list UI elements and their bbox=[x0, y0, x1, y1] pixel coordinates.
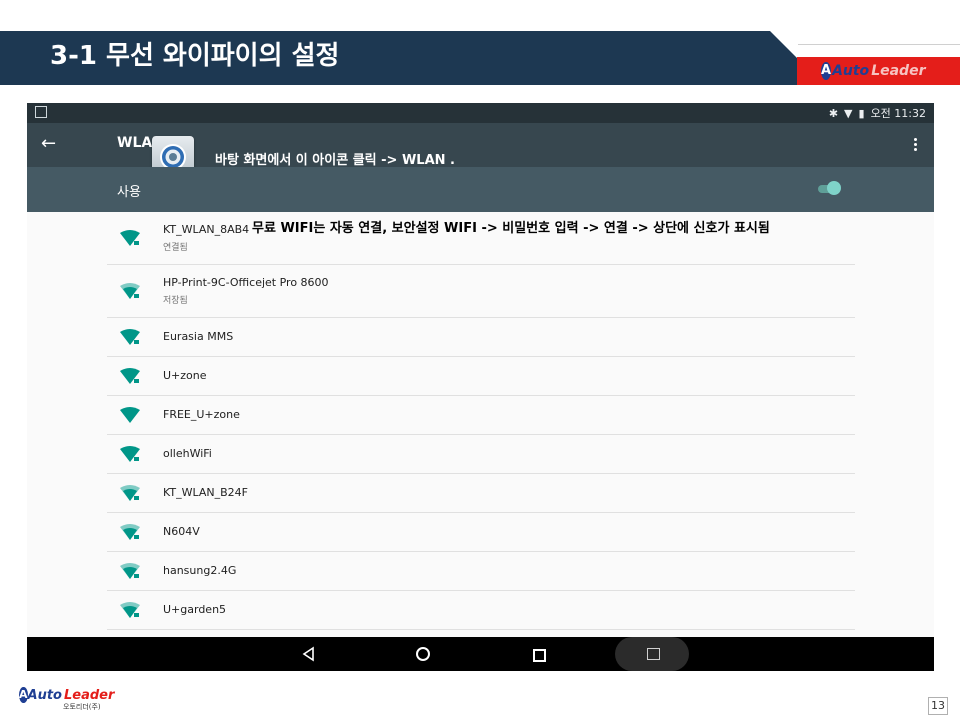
status-bar: ✱ ▼ ▮ 오전 11:32 bbox=[27, 103, 934, 123]
nav-home-icon[interactable] bbox=[416, 647, 430, 661]
wifi-lock-icon bbox=[120, 283, 140, 299]
network-ssid: N604V bbox=[163, 525, 200, 538]
wifi-network-item[interactable]: FREE_U+zone bbox=[107, 396, 855, 435]
wifi-lock-icon bbox=[120, 230, 140, 246]
nav-back-icon[interactable] bbox=[300, 646, 318, 662]
wifi-lock-icon bbox=[120, 446, 140, 462]
network-ssid: Eurasia MMS bbox=[163, 330, 234, 343]
slide-title: 3-1 무선 와이파이의 설정 bbox=[50, 41, 340, 71]
wifi-lock-icon bbox=[120, 368, 140, 384]
header-divider bbox=[798, 44, 960, 45]
wifi-lock-icon bbox=[120, 485, 140, 501]
wifi-network-item[interactable]: HP-Print-9C-Officejet Pro 8600 저장됨 bbox=[107, 265, 855, 318]
wifi-lock-icon bbox=[120, 329, 140, 345]
logo-caption: 오토리더(주) bbox=[63, 703, 101, 711]
network-ssid: KT_WLAN_8AB4 bbox=[163, 223, 250, 236]
wifi-network-item[interactable]: KT_WLAN_8AB4 연결됨 무료 WIFI는 자동 연결, 보안설정 WI… bbox=[107, 212, 855, 265]
wifi-lock-icon bbox=[120, 524, 140, 540]
wifi-signal-icon: ▼ bbox=[844, 106, 853, 120]
wifi-network-item[interactable]: N604V bbox=[107, 513, 855, 552]
wifi-network-item[interactable]: U+zone bbox=[107, 357, 855, 396]
battery-icon: ▮ bbox=[858, 106, 865, 120]
company-logo-header: A Auto Leader bbox=[797, 57, 960, 85]
network-ssid: U+garden5 bbox=[163, 603, 227, 616]
status-time: 오전 11:32 bbox=[870, 107, 926, 120]
image-icon bbox=[647, 648, 660, 660]
logo-word-2: Leader bbox=[63, 687, 115, 703]
screenshot-button[interactable] bbox=[615, 637, 689, 671]
wifi-network-item[interactable]: ollehWiFi bbox=[107, 435, 855, 474]
wifi-network-item[interactable]: Eurasia MMS bbox=[107, 318, 855, 357]
wifi-network-list: KT_WLAN_8AB4 연결됨 무료 WIFI는 자동 연결, 보안설정 WI… bbox=[107, 212, 855, 630]
wifi-network-item[interactable]: hansung2.4G bbox=[107, 552, 855, 591]
logo-mark-icon: A bbox=[821, 62, 832, 80]
nav-recents-icon[interactable] bbox=[533, 649, 546, 662]
network-ssid: FREE_U+zone bbox=[163, 408, 240, 421]
wifi-lock-icon bbox=[120, 563, 140, 579]
instruction-step-1: 바탕 화면에서 이 아이콘 클릭 -> WLAN . bbox=[215, 153, 455, 168]
network-ssid: ollehWiFi bbox=[163, 447, 212, 460]
logo-word-2: Leader bbox=[871, 63, 926, 79]
network-ssid: HP-Print-9C-Officejet Pro 8600 bbox=[163, 276, 329, 289]
wifi-network-item[interactable]: KT_WLAN_B24F bbox=[107, 474, 855, 513]
wifi-icon bbox=[120, 407, 140, 423]
page-number: 13 bbox=[928, 697, 948, 715]
network-ssid: U+zone bbox=[163, 369, 207, 382]
notification-icon bbox=[35, 106, 47, 118]
network-ssid: KT_WLAN_B24F bbox=[163, 486, 248, 499]
navigation-bar bbox=[27, 637, 934, 671]
network-status: 연결됨 bbox=[163, 243, 188, 253]
back-arrow-icon[interactable]: ← bbox=[41, 133, 63, 155]
wlan-switch-knob[interactable] bbox=[827, 181, 841, 195]
company-logo-footer: A Auto Leader 오토리더(주) bbox=[19, 687, 114, 717]
bluetooth-icon: ✱ bbox=[828, 106, 839, 120]
logo-word-1: Auto bbox=[832, 63, 870, 79]
wifi-lock-icon bbox=[120, 602, 140, 618]
instruction-step-2: 무료 WIFI는 자동 연결, 보안설정 WIFI -> 비밀번호 입력 -> … bbox=[252, 221, 770, 236]
wlan-toggle-row[interactable]: 사용 bbox=[27, 167, 934, 212]
wifi-network-item[interactable]: U+garden5 bbox=[107, 591, 855, 630]
network-ssid: hansung2.4G bbox=[163, 564, 237, 577]
overflow-menu-icon[interactable] bbox=[910, 136, 920, 156]
logo-mark-icon: A bbox=[19, 687, 28, 703]
logo-word-1: Auto bbox=[27, 687, 62, 703]
device-screenshot: ✱ ▼ ▮ 오전 11:32 ← WLAN 바탕 화면에서 이 아이콘 클릭 -… bbox=[27, 103, 934, 671]
wlan-toggle-label: 사용 bbox=[117, 185, 141, 200]
network-status: 저장됨 bbox=[163, 296, 188, 306]
app-bar: ← WLAN 바탕 화면에서 이 아이콘 클릭 -> WLAN . bbox=[27, 123, 934, 178]
